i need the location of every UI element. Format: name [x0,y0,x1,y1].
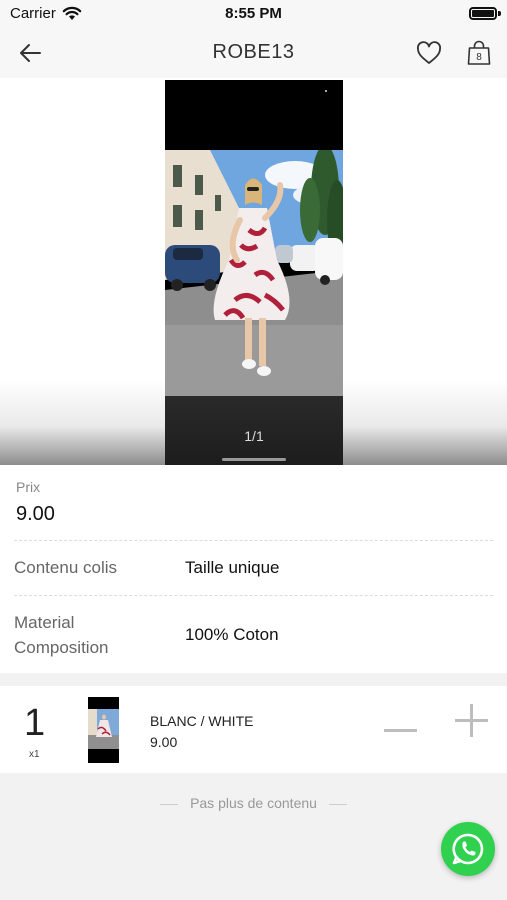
divider [14,540,493,541]
divider [14,595,493,596]
product-details: Prix 9.00 Contenu colis Taille unique Ma… [0,465,507,673]
status-bar: Carrier 8:55 PM [0,0,507,28]
increase-quantity-button[interactable] [453,698,489,737]
cart-count: 8 [476,52,482,63]
price-value: 9.00 [16,503,55,525]
product-gallery[interactable]: 1/1 [0,78,507,465]
shopping-bag-icon: 8 [467,40,491,65]
material-label-line2: Composition [14,638,109,657]
variant-row: 1 x1 BLANC / WHITE 9.00 [0,686,507,773]
product-image [165,150,343,396]
end-line-left [160,803,179,805]
variant-name: BLANC / WHITE [150,713,254,729]
end-of-content-text: Pas plus de contenu [190,795,317,811]
whatsapp-button[interactable] [441,822,495,876]
end-of-content: Pas plus de contenu [0,795,507,811]
status-time: 8:55 PM [225,5,282,22]
variant-price: 9.00 [150,734,178,750]
product-photo[interactable]: 1/1 [165,80,343,465]
favorite-button[interactable] [414,38,444,68]
battery-icon [469,7,497,20]
decrease-quantity-button[interactable] [382,714,418,746]
home-indicator [222,458,286,461]
selected-quantity: 1 [24,702,46,744]
package-content-value: Taille unique [185,558,280,577]
price-label: Prix [16,479,41,495]
cart-button[interactable]: 8 [464,38,494,68]
image-counter: 1/1 [244,428,264,444]
material-label-line1: Material [14,613,75,632]
variant-thumbnail [88,697,119,763]
whatsapp-icon [452,833,484,865]
heart-icon [417,41,441,64]
package-content-label: Contenu colis [14,558,118,577]
material-value: 100% Coton [185,625,279,644]
battery-tip [498,11,501,16]
navigation-bar: ROBE13 8 [0,28,507,78]
quantity-note: x1 [29,749,40,760]
photo-dot [325,90,327,92]
end-line-right [328,803,347,805]
